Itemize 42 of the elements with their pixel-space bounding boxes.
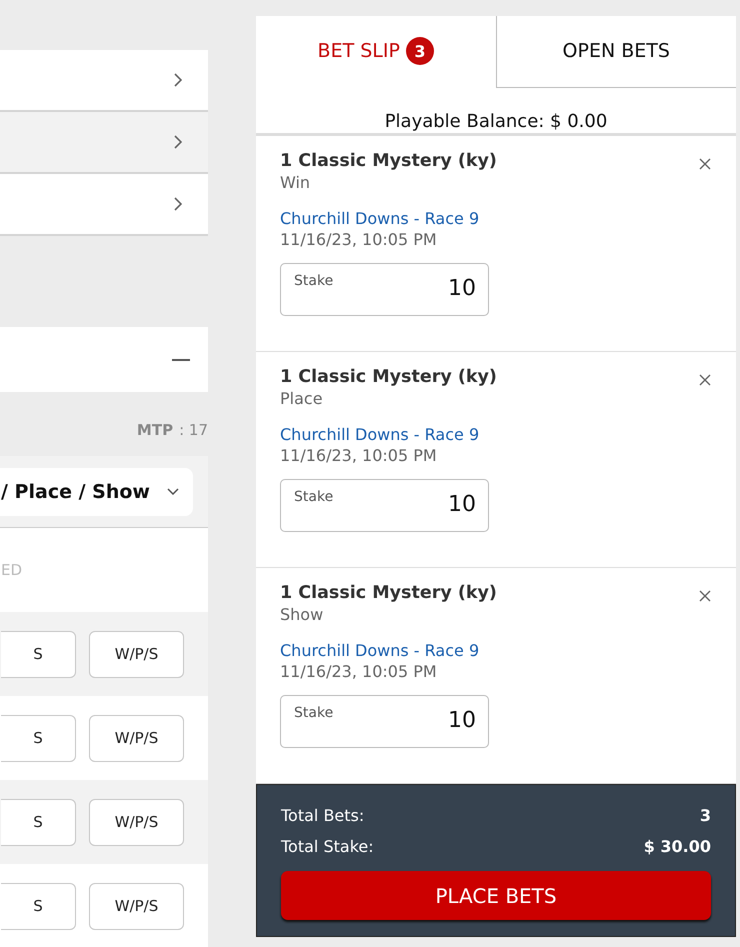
bet-type: Show xyxy=(280,604,324,625)
race-time: 11/16/23, 10:05 PM xyxy=(280,661,438,682)
total-bets-value: 3 xyxy=(700,805,711,827)
bet-option-button[interactable]: S xyxy=(1,714,76,762)
balance-text: Playable Balance: $ 0.00 xyxy=(384,111,608,132)
mtp-text: MTP : 17 xyxy=(136,421,208,441)
chevron-down-icon xyxy=(167,488,179,495)
chevron-right-icon xyxy=(174,73,182,87)
race-link[interactable]: Churchill Downs - Race 9 xyxy=(280,208,712,229)
chevron-right-icon xyxy=(174,197,182,211)
total-bets-label: Total Bets: xyxy=(281,805,364,827)
chevron-right-icon xyxy=(174,135,182,149)
bet-option-button[interactable]: S xyxy=(1,630,76,678)
runner-name: 1 Classic Mystery (ky) xyxy=(280,150,497,172)
runner-name: 1 Classic Mystery (ky) xyxy=(280,366,497,388)
bet-option-button[interactable]: W/P/S xyxy=(89,714,184,762)
bet-option-button[interactable]: W/P/S xyxy=(89,882,184,930)
bet-type: Place xyxy=(280,388,324,409)
close-icon[interactable] xyxy=(699,158,711,170)
close-icon[interactable] xyxy=(699,374,711,386)
bet-option-button[interactable]: W/P/S xyxy=(89,798,184,846)
bet-option-button[interactable]: S xyxy=(1,798,76,846)
tab[interactable]: BET SLIP 3 xyxy=(256,16,496,88)
race-time: 11/16/23, 10:05 PM xyxy=(280,445,438,466)
total-stake-label: Total Stake: xyxy=(281,836,374,858)
race-link[interactable]: Churchill Downs - Race 9 xyxy=(280,424,712,445)
bet-type-dropdown[interactable]: / Place / Show xyxy=(0,468,193,516)
race-time: 11/16/23, 10:05 PM xyxy=(280,229,438,250)
runner-name: 1 Classic Mystery (ky) xyxy=(280,582,497,604)
total-stake-value: $ 30.00 xyxy=(644,836,711,858)
stake-field[interactable]: Stake 10 xyxy=(280,695,489,748)
bet-option-button[interactable]: W/P/S xyxy=(89,630,184,678)
status-text: ED xyxy=(1,561,22,579)
stake-field[interactable]: Stake 10 xyxy=(280,263,489,316)
bet-type: Win xyxy=(280,172,312,193)
close-icon[interactable] xyxy=(699,590,711,602)
place-bets-button[interactable]: PLACE BETS xyxy=(281,871,711,920)
stake-field[interactable]: Stake 10 xyxy=(280,479,489,532)
count-badge: 3 xyxy=(406,37,434,65)
minus-icon[interactable] xyxy=(172,358,190,360)
bet-option-button[interactable]: S xyxy=(1,882,76,930)
race-link[interactable]: Churchill Downs - Race 9 xyxy=(280,640,712,661)
